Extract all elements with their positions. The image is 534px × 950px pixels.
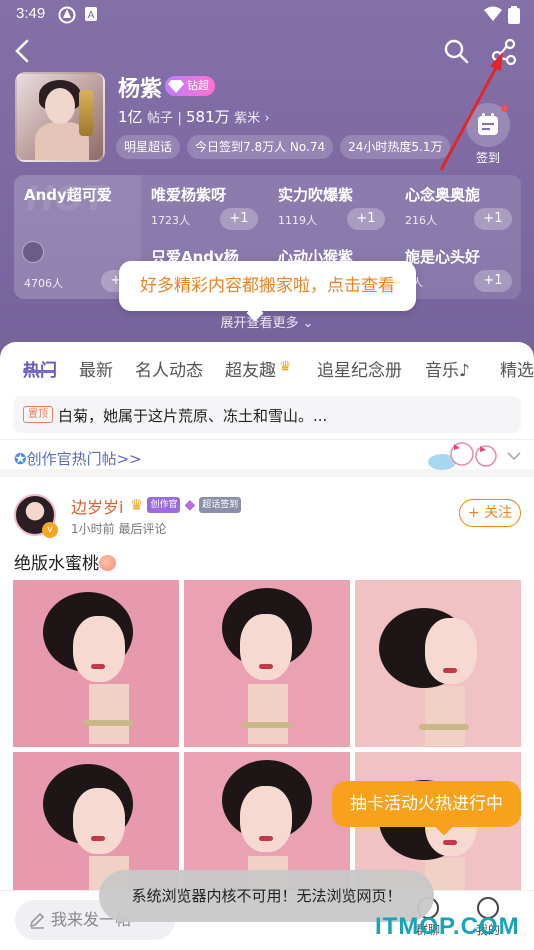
follow-button[interactable]: + 关注 (459, 499, 521, 527)
pencil-icon (29, 912, 45, 929)
hello-kitty-icon (428, 442, 497, 470)
tab-memory-book[interactable]: 追星纪念册 (317, 356, 402, 381)
join-button[interactable]: +1 (474, 208, 512, 230)
peach-icon (99, 555, 116, 571)
join-button[interactable]: +1 (220, 208, 258, 230)
photo-3[interactable] (355, 580, 521, 747)
expand-more[interactable]: 展开查看更多 ⌄ (0, 312, 534, 331)
moved-content-tooltip[interactable]: 好多精彩内容都搬家啦，点击查看 (119, 261, 416, 322)
pinned-text: 白菊，她属于这片荒原、冻土和雪山。... (58, 407, 328, 425)
tab-friends[interactable]: 超友趣 (225, 356, 276, 381)
tab-bar: 热门 最新 名人动态 超友趣 ♛ 追星纪念册 音乐♪ 精选 (0, 356, 534, 384)
post-title: 绝版水蜜桃 (14, 549, 116, 574)
tab-indicator (23, 370, 55, 373)
annotation-arrow-icon (439, 52, 503, 171)
group-card-2[interactable]: 实力吹爆紫 1119人 +1 (268, 175, 395, 237)
join-button[interactable]: +1 (347, 208, 385, 230)
pinned-post[interactable]: 置顶 白菊，她属于这片荒原、冻土和雪山。... (13, 396, 521, 433)
tab-featured[interactable]: 精选 (500, 356, 534, 381)
site-watermark: ITMOP.COM (375, 913, 520, 940)
tab-celebrity[interactable]: 名人动态 (135, 356, 203, 381)
post-meta: 1小时前 最后评论 (71, 522, 167, 536)
diamond-icon: ◆ (184, 497, 196, 513)
photo-1[interactable] (13, 580, 179, 747)
author-badges: ♛ 创作官 ◆ 超话签到 (130, 496, 242, 514)
tab-latest[interactable]: 最新 (79, 356, 113, 381)
post-author-name[interactable]: 边岁岁i (71, 494, 123, 518)
chevron-down-icon: ⌄ (302, 316, 314, 331)
photo-2[interactable] (184, 580, 350, 747)
member-avatar (22, 241, 44, 263)
pinned-badge: 置顶 (23, 406, 53, 423)
signin-badge: 超话签到 (199, 497, 242, 513)
verified-badge: v (42, 522, 58, 538)
lottery-banner[interactable]: 抽卡活动火热进行中 (332, 781, 521, 836)
creator-hot-posts[interactable]: ✪创作官热门帖>> (0, 439, 534, 477)
creator-icon: ✪ (14, 450, 27, 468)
crown-icon: ♛ (130, 496, 144, 514)
content-sheet: 热门 最新 名人动态 超友趣 ♛ 追星纪念册 音乐♪ 精选 置顶 白菊，她属于这… (0, 342, 534, 950)
chevron-down-icon[interactable] (506, 448, 522, 464)
crown-icon: ♛ (279, 359, 292, 375)
group-card-3[interactable]: 心念奥奥旎 216人 +1 (395, 175, 522, 237)
tab-hot[interactable]: 热门 (23, 356, 57, 381)
post-author-avatar[interactable]: v (14, 494, 58, 538)
creator-badge: 创作官 (147, 497, 181, 513)
tab-music[interactable]: 音乐♪ (425, 356, 470, 381)
join-button[interactable]: +1 (474, 270, 512, 292)
group-card-1[interactable]: 唯爱杨紫呀 1723人 +1 (141, 175, 268, 237)
